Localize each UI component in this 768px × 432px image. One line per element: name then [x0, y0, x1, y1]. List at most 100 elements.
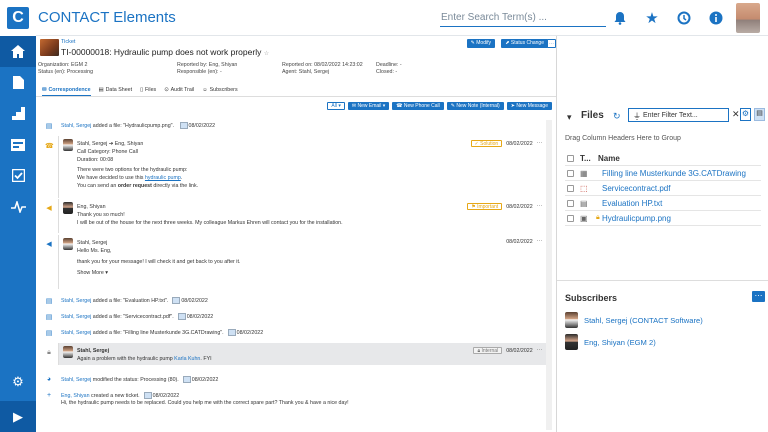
- filter-select[interactable]: All ▾: [327, 102, 345, 110]
- feed-event: ▤ Stahl, Sergej added a file: "Filling li…: [45, 329, 264, 337]
- clear-filter-icon[interactable]: ✕: [732, 109, 740, 120]
- closed: Closed: -: [376, 69, 398, 76]
- tab-correspondence[interactable]: ✉ Correspondence: [42, 85, 91, 96]
- row-checkbox[interactable]: [567, 199, 574, 207]
- feed-event: + Eng, Shiyan created a new ticket. 08/02/…: [46, 392, 180, 399]
- correspondence-feed: ▤ Stahl, Sergej added a file: "Hydraulic…: [36, 114, 556, 432]
- table-row[interactable]: ▦ Filling line Musterkunde 3G.CATDrawing: [565, 166, 761, 181]
- column-name[interactable]: Name: [598, 154, 620, 163]
- files-filter-input[interactable]: Enter Filter Text...: [628, 108, 729, 122]
- mention-link[interactable]: Karla Kuhn: [174, 356, 200, 362]
- megaphone-icon: ◀: [46, 205, 52, 212]
- organization: Organization: EGM 2: [38, 62, 88, 68]
- subscribers-title: Subscribers: [565, 293, 618, 303]
- tab-audit-trail[interactable]: ⊙ Audit Trail: [164, 85, 194, 96]
- new-email-button[interactable]: ✉ New Email ▾: [347, 102, 390, 110]
- entry-menu-icon[interactable]: ⋯: [537, 239, 542, 245]
- modify-button[interactable]: ✎ Modify: [466, 39, 495, 48]
- subscribers-menu-icon[interactable]: ⋯: [752, 291, 765, 302]
- divider: [557, 280, 768, 281]
- user-link[interactable]: Eng, Shiyan: [115, 141, 144, 147]
- row-checkbox[interactable]: [567, 169, 574, 177]
- table-row[interactable]: ▣ 🔒︎ Hydraulicpump.png: [565, 211, 761, 226]
- reported-on: Reported on: 08/02/2022 14:23:02: [282, 62, 363, 68]
- entry-menu-icon[interactable]: ⋯: [537, 204, 542, 210]
- row-checkbox[interactable]: [567, 214, 574, 222]
- star-icon[interactable]: ★: [636, 0, 668, 36]
- app-logo[interactable]: C: [0, 0, 36, 36]
- user-link[interactable]: Stahl, Sergej: [77, 240, 107, 246]
- subscriber-item[interactable]: Eng, Shiyan (EGM 2): [565, 334, 656, 350]
- order-request-link[interactable]: order request: [118, 183, 152, 189]
- document-icon[interactable]: [0, 67, 36, 98]
- user-link[interactable]: Stahl, Sergej: [61, 330, 91, 336]
- more-menu-icon[interactable]: ⋯: [547, 39, 556, 48]
- refresh-icon[interactable]: ↻: [613, 111, 621, 122]
- history-icon[interactable]: [668, 0, 700, 36]
- file-icon: ▤: [45, 123, 53, 130]
- files-title: Files: [581, 110, 604, 121]
- user-link[interactable]: Stahl, Sergej: [61, 377, 91, 383]
- select-all-checkbox[interactable]: [567, 154, 574, 162]
- files-panel: ▾ Files ↻ Enter Filter Text... ⏚ ✕ ⚙ ▤ D…: [556, 36, 768, 432]
- filter-icon: ⏚: [633, 112, 641, 121]
- bell-icon[interactable]: [604, 0, 636, 36]
- lock-icon: 🔒︎: [47, 349, 51, 356]
- user-avatar[interactable]: [736, 3, 760, 33]
- important-badge: ⚑ Important: [467, 203, 503, 210]
- info-icon[interactable]: [700, 0, 732, 36]
- text-icon: ▤: [580, 198, 588, 208]
- internal-note-entry: 🔒︎ Internal 08/02/2022 ⋯ Stahl, Sergej Aga…: [58, 343, 548, 365]
- tab-files[interactable]: ▯ Files: [140, 85, 156, 96]
- entry-menu-icon[interactable]: ⋯: [537, 348, 542, 354]
- user-link[interactable]: Stahl, Sergej: [61, 314, 91, 320]
- tab-data-sheet[interactable]: ▤ Data Sheet: [99, 85, 133, 96]
- user-link[interactable]: Stahl, Sergej: [61, 298, 91, 304]
- tab-subscribers[interactable]: ☺ Subscribers: [202, 85, 237, 96]
- table-header: T... Name: [565, 151, 761, 166]
- internal-badge: 🔒︎ Internal: [473, 347, 503, 354]
- pulse-icon[interactable]: [0, 191, 36, 222]
- row-checkbox[interactable]: [567, 184, 574, 192]
- entry-menu-icon[interactable]: ⋯: [537, 141, 542, 147]
- status: Status (en): Processing: [38, 69, 94, 76]
- collapse-chevron-icon[interactable]: ▾: [567, 112, 572, 123]
- calendar-icon: [172, 297, 181, 304]
- plus-icon: +: [46, 392, 52, 399]
- stairs-icon[interactable]: [0, 98, 36, 129]
- expand-sidebar-icon[interactable]: ▶: [0, 401, 36, 432]
- avatar: [63, 139, 73, 151]
- user-link[interactable]: Stahl, Sergej: [77, 141, 107, 147]
- top-bar: C CONTACT Elements Enter Search Term(s) …: [0, 0, 768, 36]
- show-more-link[interactable]: Show More ▾: [77, 269, 542, 277]
- table-row[interactable]: ⬚ Servicecontract.pdf: [565, 181, 761, 196]
- user-link[interactable]: Eng, Shiyan: [61, 393, 90, 399]
- hydraulic-pump-link[interactable]: hydraulic pump: [145, 175, 181, 181]
- inbox-icon[interactable]: [0, 129, 36, 160]
- feed-scrollbar[interactable]: [546, 120, 552, 430]
- global-search-input[interactable]: Enter Search Term(s) ...: [440, 9, 606, 27]
- new-note-button[interactable]: ✎ New Note (Internal): [446, 102, 504, 110]
- new-message-button[interactable]: ➤ New Message: [506, 102, 552, 110]
- table-row[interactable]: ▤ Evaluation HP.txt: [565, 196, 761, 211]
- status-change-button[interactable]: ⬈ Status Change: [501, 39, 548, 48]
- home-icon[interactable]: [0, 36, 36, 67]
- new-phone-call-button[interactable]: ☎ New Phone Call: [392, 102, 444, 110]
- group-hint: Drag Column Headers Here to Group: [565, 135, 681, 142]
- gear-icon[interactable]: ⚙: [0, 366, 36, 397]
- settings-gear-icon[interactable]: ⚙: [740, 108, 751, 121]
- file-icon: ▤: [45, 330, 53, 337]
- file-view-icon[interactable]: ▤: [754, 108, 765, 121]
- ticket-description: Hi, the hydraulic pump needs to be repla…: [61, 400, 349, 406]
- user-link[interactable]: Stahl, Sergej: [61, 123, 91, 129]
- subscriber-item[interactable]: Stahl, Sergej (CONTACT Software): [565, 312, 703, 328]
- deadline: Deadline: -: [376, 62, 402, 68]
- message-entry: 08/02/2022 ⋯ Stahl, Sergej Hello Ms. Eng,…: [58, 235, 548, 289]
- column-type[interactable]: T...: [580, 154, 598, 163]
- user-link[interactable]: Eng, Shiyan: [77, 204, 106, 210]
- message-entry: ⚑ Important 08/02/2022 ⋯ Eng, Shiyan Thank…: [58, 199, 548, 233]
- checklist-icon[interactable]: [0, 160, 36, 191]
- file-icon: ▤: [45, 298, 53, 305]
- ticket-main: Ticket TI-00000018: Hydraulic pump does …: [36, 36, 556, 432]
- phone-icon: ☎: [45, 143, 54, 150]
